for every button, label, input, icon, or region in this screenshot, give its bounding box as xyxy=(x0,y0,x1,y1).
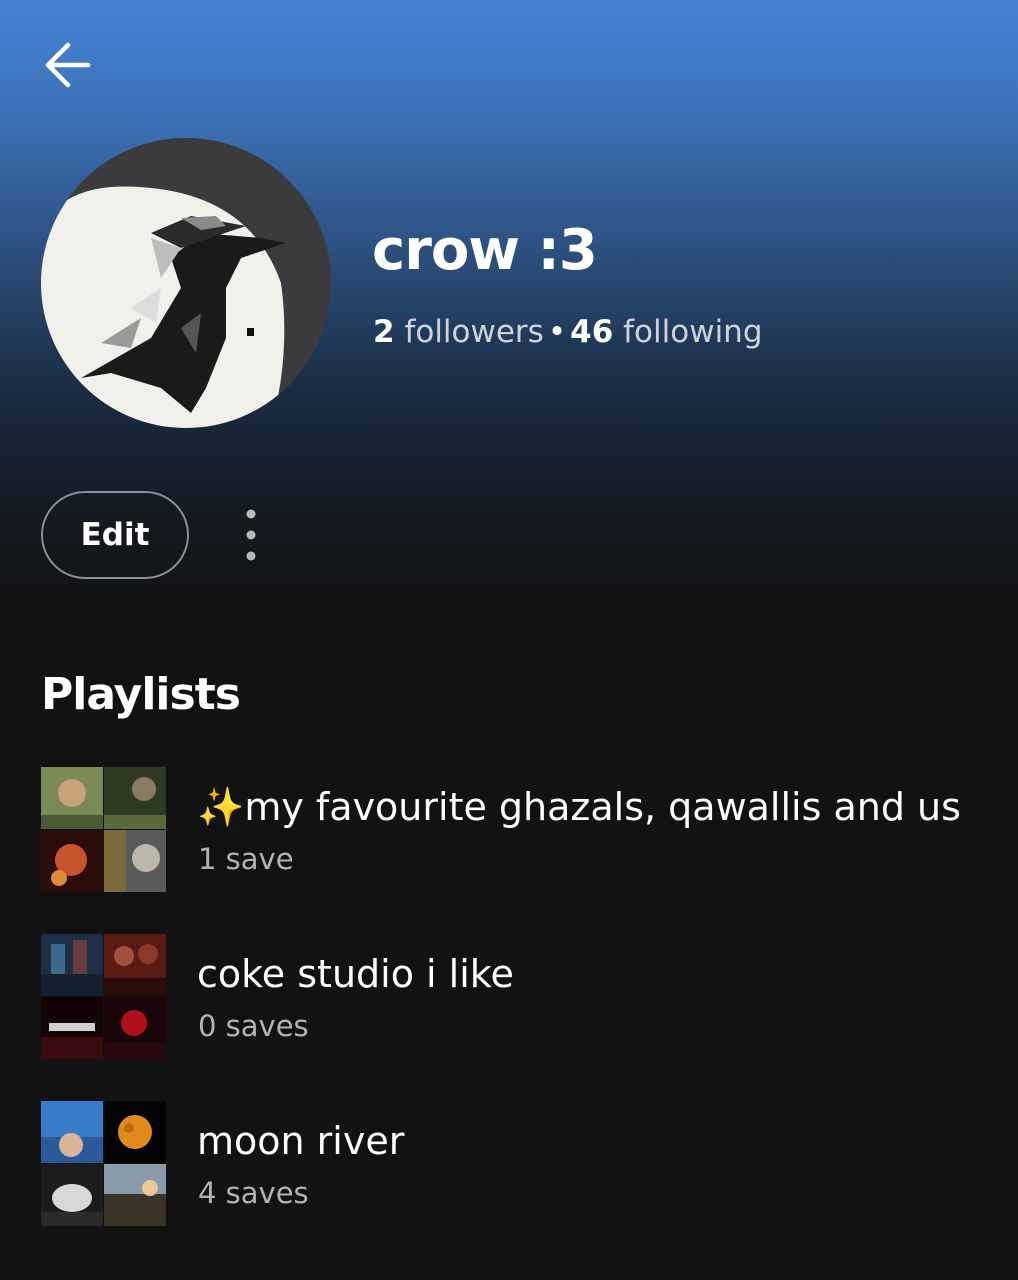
playlist-title: ✨my favourite ghazals, qawallis and us .… xyxy=(197,785,977,829)
cover-tile xyxy=(41,934,103,996)
follow-stats: 2 followers • 46 following xyxy=(373,310,763,354)
playlist-item[interactable]: coke studio i like 0 saves xyxy=(41,934,991,1060)
followers-label[interactable]: followers xyxy=(404,314,543,350)
edit-profile-button[interactable]: Edit xyxy=(41,491,189,579)
cover-tile xyxy=(104,934,166,996)
stats-separator: • xyxy=(547,314,567,350)
cover-tile xyxy=(104,767,166,829)
cover-tile xyxy=(41,997,103,1059)
playlist-cover-mosaic xyxy=(41,934,166,1059)
playlist-item[interactable]: moon river 4 saves xyxy=(41,1101,991,1227)
playlist-cover-mosaic xyxy=(41,1101,166,1226)
playlist-saves: 1 save xyxy=(198,842,294,876)
cover-tile xyxy=(104,830,166,892)
cover-tile xyxy=(104,1101,166,1163)
playlist-item[interactable]: ✨my favourite ghazals, qawallis and us .… xyxy=(41,767,991,893)
playlist-cover-mosaic xyxy=(41,767,166,892)
cover-tile xyxy=(104,1164,166,1226)
playlist-saves: 4 saves xyxy=(198,1176,309,1210)
cover-tile xyxy=(41,1101,103,1163)
arrow-left-icon xyxy=(45,42,91,88)
crow-avatar-image xyxy=(41,138,331,428)
playlist-title: coke studio i like xyxy=(197,952,514,996)
profile-name: crow :3 xyxy=(372,218,598,283)
cover-tile xyxy=(41,767,103,829)
back-button[interactable] xyxy=(30,30,106,100)
playlist-title: moon river xyxy=(197,1119,405,1163)
playlist-saves: 0 saves xyxy=(198,1009,309,1043)
following-label[interactable]: following xyxy=(623,314,762,350)
more-vertical-icon xyxy=(246,509,256,561)
cover-tile xyxy=(104,997,166,1059)
profile-avatar[interactable] xyxy=(41,138,331,428)
more-options-button[interactable] xyxy=(226,505,276,565)
cover-tile xyxy=(41,830,103,892)
cover-tile xyxy=(41,1164,103,1226)
followers-count[interactable]: 2 xyxy=(373,314,395,350)
following-count[interactable]: 46 xyxy=(570,314,613,350)
playlists-heading: Playlists xyxy=(41,669,241,720)
